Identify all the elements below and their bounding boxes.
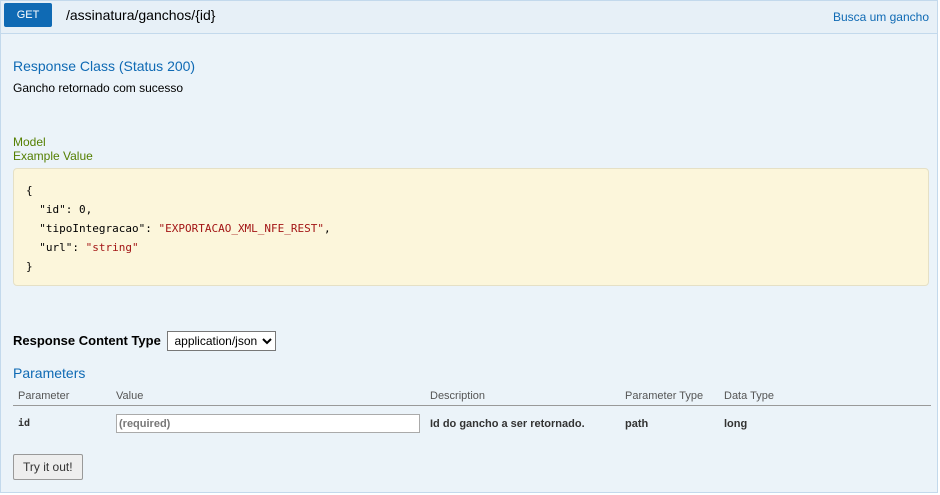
json-comma: , <box>85 203 93 216</box>
response-content-type: Response Content Type application/json <box>13 331 277 351</box>
column-header-parameter: Parameter <box>13 387 111 406</box>
json-value: "EXPORTACAO_XML_NFE_REST" <box>158 222 325 235</box>
parameters-heading: Parameters <box>13 365 86 381</box>
response-content-type-label: Response Content Type <box>13 333 161 348</box>
example-value-tab[interactable]: Example Value <box>13 149 93 163</box>
parameter-description: Id do gancho a ser retornado. <box>430 417 585 430</box>
json-comma: , <box>324 222 331 235</box>
parameter-id-input[interactable] <box>116 414 420 433</box>
response-description: Gancho retornado com sucesso <box>13 81 184 95</box>
parameter-data-type: long <box>724 417 748 430</box>
operation-content: Response Class (Status 200) Gancho retor… <box>1 34 937 492</box>
example-json-snippet[interactable]: { "id": 0, "tipoIntegracao": "EXPORTACAO… <box>13 168 929 286</box>
response-content-type-select[interactable]: application/json <box>167 331 277 351</box>
response-class-heading: Response Class (Status 200) <box>13 58 196 74</box>
column-header-parameter-type: Parameter Type <box>620 387 719 406</box>
column-header-data-type: Data Type <box>719 387 931 406</box>
operation-header[interactable]: GET /assinatura/ganchos/{id} Busca um ga… <box>1 1 937 34</box>
operation-summary-link[interactable]: Busca um gancho <box>833 10 929 24</box>
json-key: "id" <box>39 203 66 216</box>
parameter-type: path <box>625 417 649 430</box>
column-header-description: Description <box>425 387 620 406</box>
parameters-table: Parameter Value Description Parameter Ty… <box>13 387 931 439</box>
json-open-brace: { <box>26 184 33 197</box>
json-close-brace: } <box>26 260 33 273</box>
json-key: "url" <box>39 241 73 254</box>
endpoint-path[interactable]: /assinatura/ganchos/{id} <box>66 7 215 23</box>
json-value: "string" <box>85 241 139 254</box>
operation-panel: GET /assinatura/ganchos/{id} Busca um ga… <box>0 0 938 493</box>
try-it-out-button[interactable]: Try it out! <box>13 454 83 480</box>
model-tab[interactable]: Model <box>13 135 46 149</box>
json-key: "tipoIntegracao" <box>39 222 146 235</box>
json-value: 0 <box>79 203 86 216</box>
parameter-value-cell <box>111 406 425 440</box>
parameter-name: id <box>18 418 31 429</box>
parameters-header-row: Parameter Value Description Parameter Ty… <box>13 387 931 406</box>
http-method-badge[interactable]: GET <box>4 3 52 27</box>
parameter-row: id Id do gancho a ser retornado. path lo… <box>13 406 931 440</box>
column-header-value: Value <box>111 387 425 406</box>
